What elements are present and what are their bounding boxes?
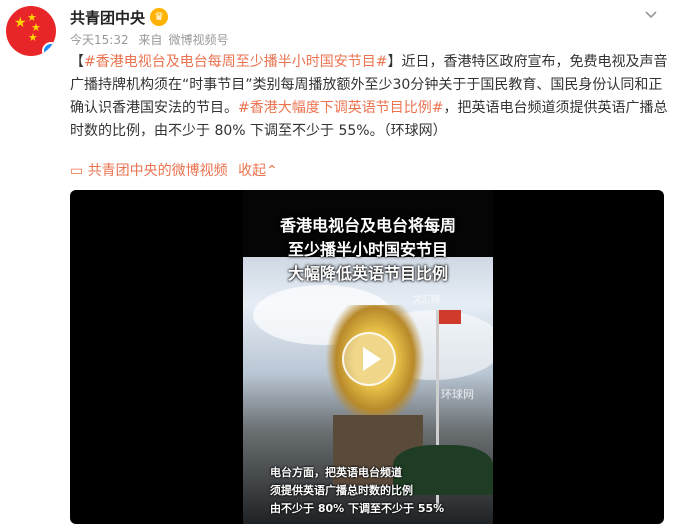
post-text: 【#香港电视台及电台每周至少播半小时国安节目#】近日，香港特区政府宣布，免费电视… [70,51,670,143]
source-label[interactable]: 微博视频号 [168,33,228,47]
star-icon: ★ [14,15,27,31]
post-meta: 今天15:32 来自 微博视频号 [70,31,234,48]
topic-link[interactable]: #香港电视台及电台每周至少播半小时国安节目# [84,54,387,70]
video-title-line: 香港电视台及电台将每周 [279,216,456,235]
chevron-up-icon[interactable]: ⌃ [266,163,278,179]
crown-icon[interactable]: ♛ [150,8,168,26]
video-subtitle-line: 电台方面，把英语电台频道 [270,466,402,479]
avatar[interactable]: ★ ★ ★ ★ ✓ [6,6,56,56]
video-subtitle-line: 须提供英语广播总时数的比例 [270,484,413,497]
watermark: 文汇网 [413,295,441,305]
author-name[interactable]: 共青团中央 [70,7,145,28]
verified-badge-icon: ✓ [42,42,56,56]
star-icon: ★ [28,31,38,44]
video-subtitle-line: 由不少于 80% 下调至不少于 55% [270,502,445,515]
source-prefix: 来自 [138,33,163,47]
topic-link[interactable]: #香港大幅度下调英语节目比例# [238,100,443,116]
video-link-label[interactable]: 共青团中央的微博视频 [88,163,228,179]
video-title-line: 大幅降低英语节目比例 [287,264,448,283]
video-title-line: 至少播半小时国安节目 [287,240,448,259]
chevron-down-icon[interactable] [643,6,659,22]
bracket-open: 【 [70,54,84,70]
watermark: 环球网 [441,388,474,401]
play-icon[interactable] [342,332,396,386]
collapse-label[interactable]: 收起 [238,163,266,179]
video-player[interactable]: 文汇网 环球网 香港电视台及电台将每周 至少播半小时国安节目 大幅降低英语节目比… [70,190,664,524]
post-time[interactable]: 今天15:32 [70,33,129,47]
video-link[interactable]: ▭ 共青团中央的微博视频 收起⌃ [70,160,278,180]
bracket-close: 】 [387,54,402,70]
video-icon: ▭ [70,163,84,179]
flag [439,310,461,324]
